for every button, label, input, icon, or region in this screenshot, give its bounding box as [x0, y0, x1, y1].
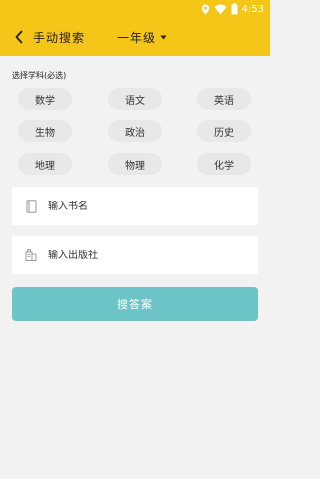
- app-bar: 手动搜索 一年级: [0, 18, 270, 56]
- subject-chip-history[interactable]: 历史: [197, 120, 251, 142]
- subject-chip-chinese[interactable]: 语文: [108, 88, 162, 110]
- book-name-input[interactable]: [48, 200, 238, 212]
- building-icon: [24, 248, 38, 262]
- chevron-left-icon[interactable]: [8, 26, 30, 48]
- subject-chip-politics[interactable]: 政治: [108, 120, 162, 142]
- subject-chip-math[interactable]: 数学: [18, 88, 72, 110]
- book-name-field[interactable]: [12, 187, 258, 225]
- subject-chip-chemistry[interactable]: 化学: [197, 153, 251, 175]
- book-icon: [24, 199, 38, 213]
- status-time: 4:53: [241, 3, 264, 15]
- publisher-input[interactable]: [48, 249, 238, 261]
- subject-section-label: 选择学科(必选): [12, 71, 67, 80]
- subject-chip-physics[interactable]: 物理: [108, 153, 162, 175]
- battery-icon: [231, 3, 238, 15]
- grade-dropdown[interactable]: 一年级: [117, 29, 167, 46]
- caret-down-icon: [160, 35, 167, 39]
- wifi-icon: [214, 4, 227, 14]
- grade-value: 一年级: [117, 30, 157, 45]
- subject-chip-english[interactable]: 英语: [197, 88, 251, 110]
- page-title: 手动搜索: [33, 30, 86, 45]
- search-answers-button[interactable]: 搜答案: [12, 287, 258, 321]
- status-bar: 4:53: [0, 0, 270, 18]
- subject-chip-geography[interactable]: 地理: [18, 153, 72, 175]
- location-icon: [201, 4, 209, 14]
- publisher-field[interactable]: [12, 236, 258, 274]
- subject-chip-biology[interactable]: 生物: [18, 120, 72, 142]
